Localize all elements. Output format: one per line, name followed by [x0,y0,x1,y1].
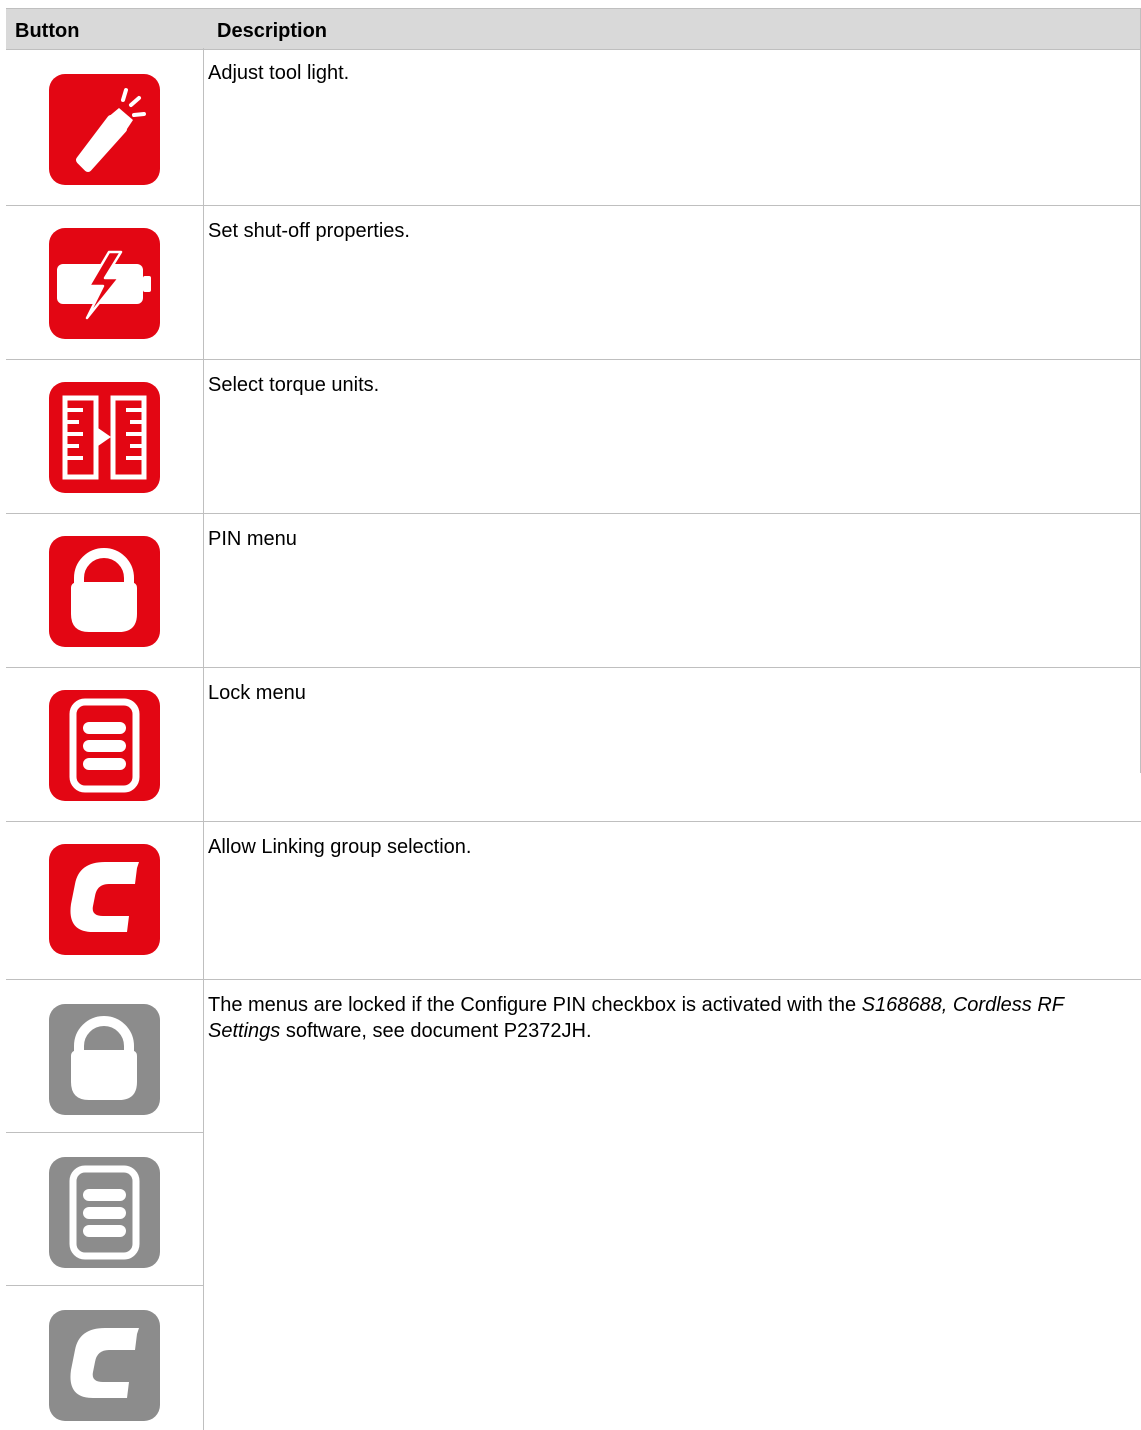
row-description: Lock menu [208,682,306,704]
lock-menu-icon[interactable] [49,1157,160,1268]
row-divider [6,1132,204,1133]
locked-description: The menus are locked if the Configure PI… [208,992,1128,1044]
flashlight-icon[interactable] [49,74,160,185]
row-divider [6,1285,204,1286]
linking-c-icon[interactable] [49,844,160,955]
row-description: Allow Linking group selection. [208,836,472,858]
table-header: Button Description [6,8,1141,50]
row-description: Select torque units. [208,374,380,396]
table-row: Adjust tool light. [6,48,1141,206]
table-row: Lock menu [6,668,1141,822]
row-description: Adjust tool light. [208,62,350,84]
linking-c-icon[interactable] [49,1310,160,1421]
table-row: Select torque units. [6,360,1141,514]
padlock-icon[interactable] [49,536,160,647]
torque-units-icon[interactable] [49,382,160,493]
header-button: Button [15,20,80,42]
lock-menu-icon[interactable] [49,690,160,801]
table-row: The menus are locked if the Configure PI… [6,980,1141,1430]
row-description: PIN menu [208,528,297,550]
padlock-icon[interactable] [49,1004,160,1115]
locked-text-b: software, see document P2372JH. [280,1020,592,1042]
battery-charge-icon[interactable] [49,228,160,339]
table-row: Allow Linking group selection. [6,822,1141,980]
table-row: PIN menu [6,514,1141,668]
row-description: Set shut-off properties. [208,220,410,242]
header-description: Description [217,20,328,42]
table-row: Set shut-off properties. [6,206,1141,360]
locked-text-a: The menus are locked if the Configure PI… [208,994,862,1016]
